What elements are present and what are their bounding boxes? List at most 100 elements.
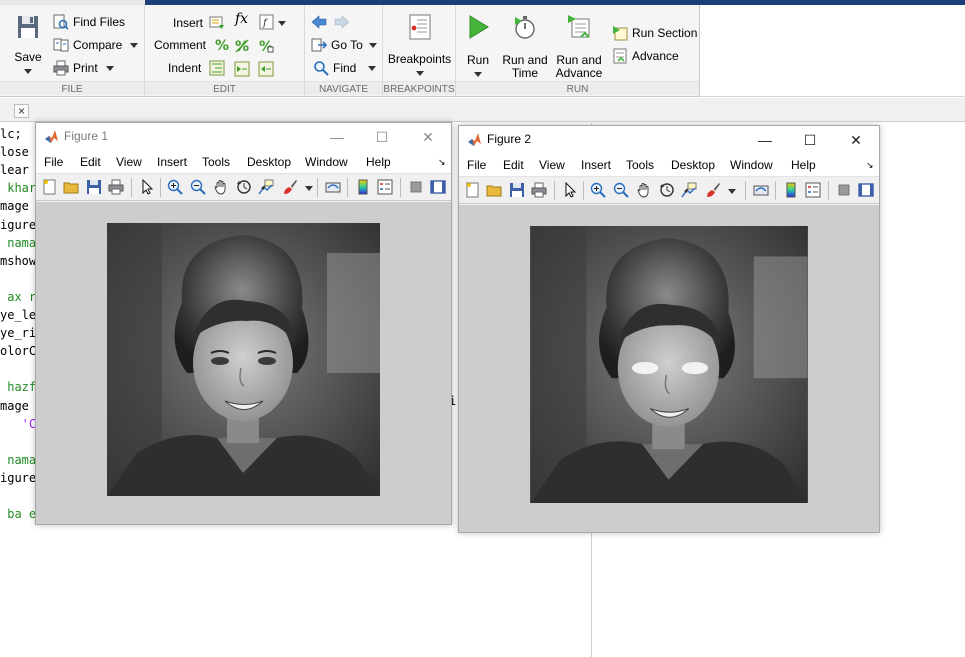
save-dropdown-icon[interactable]	[24, 69, 32, 74]
figure-2-maximize-button[interactable]: ☐	[795, 130, 825, 150]
figure-2-menu-help[interactable]: Help	[791, 158, 816, 172]
figure-1-menu-help[interactable]: Help	[366, 155, 391, 169]
breakpoints-button[interactable]: Breakpoints	[387, 13, 452, 79]
show-plot-tools-icon[interactable]	[430, 179, 446, 195]
zoom-in-icon[interactable]	[167, 179, 183, 195]
new-figure-icon[interactable]	[465, 182, 481, 198]
function-template-icon[interactable]: f	[259, 14, 275, 30]
advance-button[interactable]: Advance	[612, 46, 679, 66]
figure-2-menu-insert[interactable]: Insert	[581, 158, 611, 172]
edit-plot-pointer-icon[interactable]	[562, 182, 578, 198]
figure-1-menu-tools[interactable]: Tools	[202, 155, 230, 169]
print-figure-icon[interactable]	[108, 179, 124, 195]
save-figure-icon[interactable]	[86, 179, 102, 195]
zoom-in-icon[interactable]	[590, 182, 606, 198]
decrease-indent-icon[interactable]	[258, 61, 274, 77]
figure-2-dock-icon[interactable]: ↘	[866, 160, 874, 171]
run-dropdown-icon[interactable]	[474, 72, 482, 77]
figure-1-menu-edit[interactable]: Edit	[80, 155, 101, 169]
close-tab-button[interactable]: ×	[14, 104, 29, 118]
save-button[interactable]: Save	[8, 13, 48, 77]
breakpoints-dropdown-icon[interactable]	[415, 71, 424, 76]
legend-icon[interactable]	[377, 179, 393, 195]
data-cursor-icon[interactable]	[258, 179, 274, 195]
run-and-advance-button[interactable]: Run and Advance	[552, 13, 606, 80]
indent-button[interactable]: Indent	[168, 58, 229, 78]
edit-plot-pointer-icon[interactable]	[139, 179, 155, 195]
figure-2-menu-desktop[interactable]: Desktop	[671, 158, 715, 172]
insert-dropdown-icon[interactable]	[278, 21, 286, 26]
figure-2-window[interactable]: Figure 2 — ☐ ✕ File Edit View Insert Too…	[458, 125, 880, 533]
open-file-icon[interactable]	[486, 182, 502, 198]
wrap-comments-icon[interactable]: %	[258, 38, 274, 54]
figure-1-dock-icon[interactable]: ↘	[438, 157, 446, 168]
figure-2-menu-view[interactable]: View	[539, 158, 565, 172]
figure-1-menu-view[interactable]: View	[116, 155, 142, 169]
figure-1-close-button[interactable]: ✕	[413, 127, 443, 147]
code-line: khar	[0, 181, 37, 196]
link-plot-icon[interactable]	[325, 179, 341, 195]
colorbar-icon[interactable]	[783, 182, 799, 198]
new-figure-icon[interactable]	[42, 179, 58, 195]
print-figure-icon[interactable]	[531, 182, 547, 198]
compare-dropdown-icon[interactable]	[130, 42, 139, 48]
save-label: Save	[14, 50, 42, 64]
go-to-dropdown-icon[interactable]	[368, 42, 377, 48]
go-to-button[interactable]: Go To	[311, 35, 377, 55]
brush-icon[interactable]	[282, 179, 298, 195]
figure-2-minimize-button[interactable]: —	[750, 130, 780, 150]
find-button[interactable]: Find	[313, 58, 377, 78]
figure-1-menu-insert[interactable]: Insert	[157, 155, 187, 169]
back-arrow-icon[interactable]	[311, 14, 327, 30]
figure-2-titlebar[interactable]: Figure 2 — ☐ ✕	[459, 126, 879, 154]
figure-2-menu-file[interactable]: File	[467, 158, 486, 172]
figure-2-close-button[interactable]: ✕	[841, 130, 871, 150]
brush-icon[interactable]	[705, 182, 721, 198]
figure-1-menu-window[interactable]: Window	[305, 155, 348, 169]
pan-hand-icon[interactable]	[636, 182, 652, 198]
open-file-icon[interactable]	[63, 179, 79, 195]
increase-indent-icon[interactable]	[234, 61, 250, 77]
print-button[interactable]: Print	[53, 58, 114, 78]
figure-1-titlebar[interactable]: Figure 1 — ☐ ✕	[36, 123, 451, 151]
figure-2-menu-tools[interactable]: Tools	[626, 158, 654, 172]
figure-1-menu-desktop[interactable]: Desktop	[247, 155, 291, 169]
rotate-3d-icon[interactable]	[236, 179, 252, 195]
compare-button[interactable]: Compare	[53, 35, 139, 55]
find-files-button[interactable]: Find Files	[53, 12, 125, 32]
colorbar-icon[interactable]	[355, 179, 371, 195]
figure-1-toolbar	[36, 173, 451, 201]
print-dropdown-icon[interactable]	[105, 65, 114, 71]
comment-button[interactable]: Comment %	[154, 35, 234, 55]
hide-plot-tools-icon[interactable]	[836, 182, 852, 198]
figure-1-maximize-button[interactable]: ☐	[367, 127, 397, 147]
figure-2-menu-edit[interactable]: Edit	[503, 158, 524, 172]
save-figure-icon[interactable]	[509, 182, 525, 198]
show-plot-tools-icon[interactable]	[858, 182, 874, 198]
figure-2-menu-window[interactable]: Window	[730, 158, 773, 172]
run-section-button[interactable]: Run Section	[612, 23, 697, 43]
rotate-3d-icon[interactable]	[659, 182, 675, 198]
brush-dropdown-icon[interactable]	[728, 189, 736, 194]
figure-1-window[interactable]: Figure 1 — ☐ ✕ File Edit View Insert Too…	[35, 122, 452, 525]
run-button[interactable]: Run	[460, 13, 496, 80]
find-label: Find	[333, 61, 357, 75]
figure-1-minimize-button[interactable]: —	[322, 127, 352, 147]
figure-2-image-axes[interactable]	[530, 226, 808, 503]
insert-function-button[interactable]: fx	[235, 11, 248, 27]
legend-icon[interactable]	[805, 182, 821, 198]
figure-1-image-axes[interactable]	[107, 223, 380, 496]
insert-button[interactable]: Insert	[173, 13, 229, 33]
pan-hand-icon[interactable]	[213, 179, 229, 195]
data-cursor-icon[interactable]	[681, 182, 697, 198]
link-plot-icon[interactable]	[753, 182, 769, 198]
uncomment-icon[interactable]: %	[234, 38, 250, 54]
hide-plot-tools-icon[interactable]	[408, 179, 424, 195]
brush-dropdown-icon[interactable]	[305, 186, 313, 191]
run-and-time-button[interactable]: Run and Time	[500, 13, 550, 80]
find-dropdown-icon[interactable]	[368, 65, 377, 71]
zoom-out-icon[interactable]	[613, 182, 629, 198]
forward-arrow-icon[interactable]	[334, 14, 350, 30]
figure-1-menu-file[interactable]: File	[44, 155, 63, 169]
zoom-out-icon[interactable]	[190, 179, 206, 195]
